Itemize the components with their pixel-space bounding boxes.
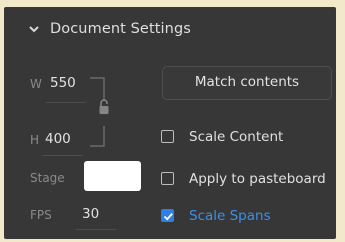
height-input[interactable]: 400 <box>45 131 71 147</box>
fps-input-underline <box>76 229 116 230</box>
apply-to-pasteboard-checkbox[interactable] <box>161 172 174 185</box>
stage-color-swatch[interactable] <box>84 161 141 191</box>
apply-to-pasteboard-label: Apply to pasteboard <box>189 171 326 187</box>
checkmark-icon <box>163 213 173 221</box>
height-input-underline <box>43 155 83 156</box>
section-header[interactable]: Document Settings <box>4 7 336 53</box>
width-input-underline <box>46 102 86 103</box>
height-label: H <box>30 133 40 147</box>
width-input[interactable]: 550 <box>50 75 76 91</box>
scale-content-checkbox[interactable] <box>161 130 174 143</box>
fps-input[interactable]: 30 <box>82 206 99 222</box>
lock-icon[interactable] <box>97 98 111 116</box>
scale-spans-label: Scale Spans <box>189 208 271 224</box>
document-settings-panel: Document Settings W 550 H 400 Stage FPS … <box>4 7 336 239</box>
stage-label: Stage <box>30 171 65 185</box>
fps-label: FPS <box>30 208 52 222</box>
match-contents-button[interactable]: Match contents <box>162 66 332 100</box>
scale-content-label: Scale Content <box>189 129 284 145</box>
width-label: W <box>30 77 42 91</box>
chevron-down-icon[interactable] <box>28 23 40 35</box>
section-title: Document Settings <box>50 21 191 37</box>
scale-spans-checkbox[interactable] <box>161 209 174 222</box>
